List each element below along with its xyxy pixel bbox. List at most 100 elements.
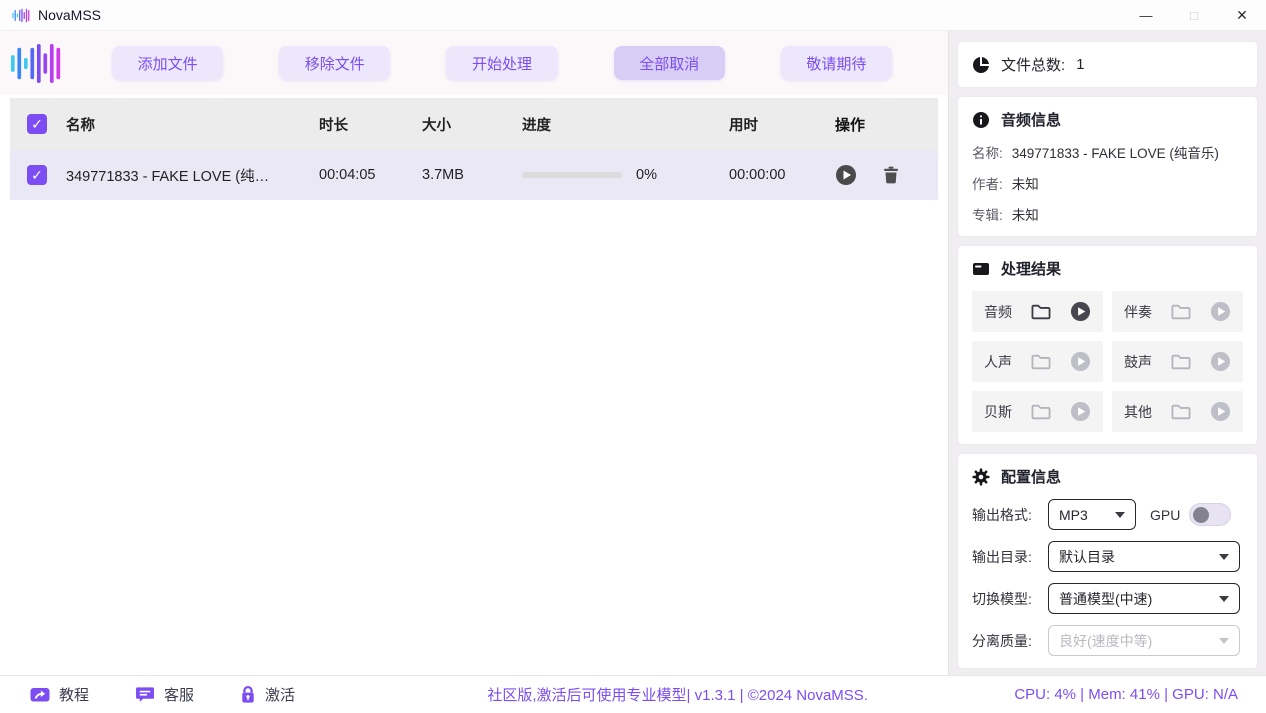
file-count-value: 1 <box>1076 56 1084 73</box>
main-pane: 添加文件 移除文件 开始处理 全部取消 敬请期待 ✓ 名称 时长 大小 <box>0 31 948 675</box>
toggle-knob <box>1193 507 1209 523</box>
play-icon <box>1210 401 1231 422</box>
result-item-audio: 音频 <box>972 291 1103 332</box>
file-size: 3.7MB <box>422 167 522 183</box>
chevron-down-icon <box>1219 554 1229 560</box>
results-title: 处理结果 <box>1001 258 1061 279</box>
audio-name-row: 名称: 349771833 - FAKE LOVE (纯音乐) <box>972 142 1243 162</box>
output-format-select[interactable]: MP3 <box>1048 499 1136 530</box>
maximize-button[interactable]: □ <box>1170 0 1218 30</box>
wallet-icon <box>972 261 990 277</box>
check-icon: ✓ <box>31 117 43 131</box>
audio-artist-row: 作者: 未知 <box>972 173 1243 193</box>
col-header-progress: 进度 <box>522 114 729 135</box>
gpu-toggle[interactable] <box>1189 503 1231 526</box>
toolbar: 添加文件 移除文件 开始处理 全部取消 敬请期待 <box>0 31 948 95</box>
output-format-row: 输出格式: MP3 GPU <box>972 499 1243 530</box>
output-dir-row: 输出目录: 默认目录 <box>972 541 1243 572</box>
minimize-button[interactable]: — <box>1122 0 1170 30</box>
quality-select: 良好(速度中等) <box>1048 625 1240 656</box>
version-text: 社区版,激活后可使用专业模型| v1.3.1 | ©2024 NovaMSS. <box>341 684 1014 705</box>
config-title: 配置信息 <box>1001 466 1061 487</box>
model-select[interactable]: 普通模型(中速) <box>1048 583 1240 614</box>
tutorial-link[interactable]: 教程 <box>30 684 89 705</box>
close-button[interactable]: ✕ <box>1218 0 1266 30</box>
progress-label: 0% <box>636 167 657 183</box>
file-table: ✓ 名称 时长 大小 进度 用时 操作 ✓ 349 <box>10 98 938 200</box>
results-card: 处理结果 音频 伴奏 <box>958 246 1257 444</box>
app-window: NovaMSS — □ ✕ <box>0 0 1266 713</box>
play-button[interactable] <box>835 164 857 186</box>
gear-icon <box>972 468 990 486</box>
support-link[interactable]: 客服 <box>135 684 194 705</box>
chevron-down-icon <box>1115 512 1125 518</box>
gpu-label: GPU <box>1150 507 1180 523</box>
play-icon <box>1210 351 1231 372</box>
result-item-accompaniment: 伴奏 <box>1112 291 1243 332</box>
col-header-name: 名称 <box>66 114 319 135</box>
chat-icon <box>135 686 155 703</box>
play-icon[interactable] <box>1070 301 1091 322</box>
select-all-checkbox[interactable]: ✓ <box>27 114 47 134</box>
chevron-down-icon <box>1219 596 1229 602</box>
folder-icon <box>1170 403 1192 421</box>
window-controls: — □ ✕ <box>1122 0 1266 30</box>
remove-file-button[interactable]: 移除文件 <box>279 46 390 80</box>
elapsed-time: 00:00:00 <box>729 167 829 183</box>
quality-label: 分离质量: <box>972 631 1048 651</box>
window-title: NovaMSS <box>38 7 101 23</box>
result-item-vocals: 人声 <box>972 341 1103 382</box>
audio-album-row: 专辑: 未知 <box>972 204 1243 224</box>
file-name: 349771833 - FAKE LOVE (纯… <box>66 165 319 186</box>
output-dir-label: 输出目录: <box>972 547 1048 567</box>
activate-link[interactable]: 激活 <box>240 684 295 705</box>
play-icon <box>1210 301 1231 322</box>
progress-bar <box>522 172 622 178</box>
col-header-elapsed: 用时 <box>729 114 829 135</box>
col-header-actions: 操作 <box>829 114 938 135</box>
app-logo-icon <box>12 8 30 23</box>
statusbar: 教程 客服 激活 社区版,激活后可使 <box>0 675 1266 713</box>
row-checkbox[interactable]: ✓ <box>27 165 47 185</box>
cancel-all-button[interactable]: 全部取消 <box>614 46 725 80</box>
folder-icon <box>1030 403 1052 421</box>
screen-share-icon <box>30 687 50 703</box>
config-card: 配置信息 输出格式: MP3 GPU 输出目录: 默认目录 <box>958 454 1257 668</box>
output-dir-select[interactable]: 默认目录 <box>1048 541 1240 572</box>
folder-icon <box>1170 303 1192 321</box>
add-file-button[interactable]: 添加文件 <box>112 46 223 80</box>
pie-chart-icon <box>972 56 990 74</box>
coming-soon-button[interactable]: 敬请期待 <box>781 46 892 80</box>
check-icon: ✓ <box>31 168 43 182</box>
audio-info-title: 音频信息 <box>1001 109 1061 130</box>
system-stats: CPU: 4% | Mem: 41% | GPU: N/A <box>1014 686 1238 703</box>
folder-icon <box>1170 353 1192 371</box>
titlebar: NovaMSS — □ ✕ <box>0 0 1266 31</box>
lock-icon <box>240 685 256 704</box>
result-item-other: 其他 <box>1112 391 1243 432</box>
table-row[interactable]: ✓ 349771833 - FAKE LOVE (纯… 00:04:05 3.7… <box>10 150 938 200</box>
chevron-down-icon <box>1219 638 1229 644</box>
result-item-bass: 贝斯 <box>972 391 1103 432</box>
quality-row: 分离质量: 良好(速度中等) <box>972 625 1243 656</box>
file-count-card: 文件总数: 1 <box>958 42 1257 87</box>
model-label: 切换模型: <box>972 589 1048 609</box>
audio-info-card: 音频信息 名称: 349771833 - FAKE LOVE (纯音乐) 作者:… <box>958 97 1257 236</box>
col-header-duration: 时长 <box>319 114 422 135</box>
file-duration: 00:04:05 <box>319 167 422 183</box>
play-icon <box>1070 351 1091 372</box>
folder-icon <box>1030 353 1052 371</box>
results-grid: 音频 伴奏 <box>972 291 1243 432</box>
start-processing-button[interactable]: 开始处理 <box>446 46 557 80</box>
result-item-drums: 鼓声 <box>1112 341 1243 382</box>
info-icon <box>972 111 990 129</box>
waveform-logo-icon <box>10 42 62 85</box>
play-icon <box>1070 401 1091 422</box>
delete-button[interactable] <box>883 166 899 184</box>
folder-icon[interactable] <box>1030 303 1052 321</box>
col-header-size: 大小 <box>422 114 522 135</box>
right-panel: 文件总数: 1 音频信息 名称: 349771833 <box>948 31 1266 675</box>
table-header: ✓ 名称 时长 大小 进度 用时 操作 <box>10 98 938 150</box>
file-count-label: 文件总数: <box>1001 54 1065 75</box>
model-row: 切换模型: 普通模型(中速) <box>972 583 1243 614</box>
